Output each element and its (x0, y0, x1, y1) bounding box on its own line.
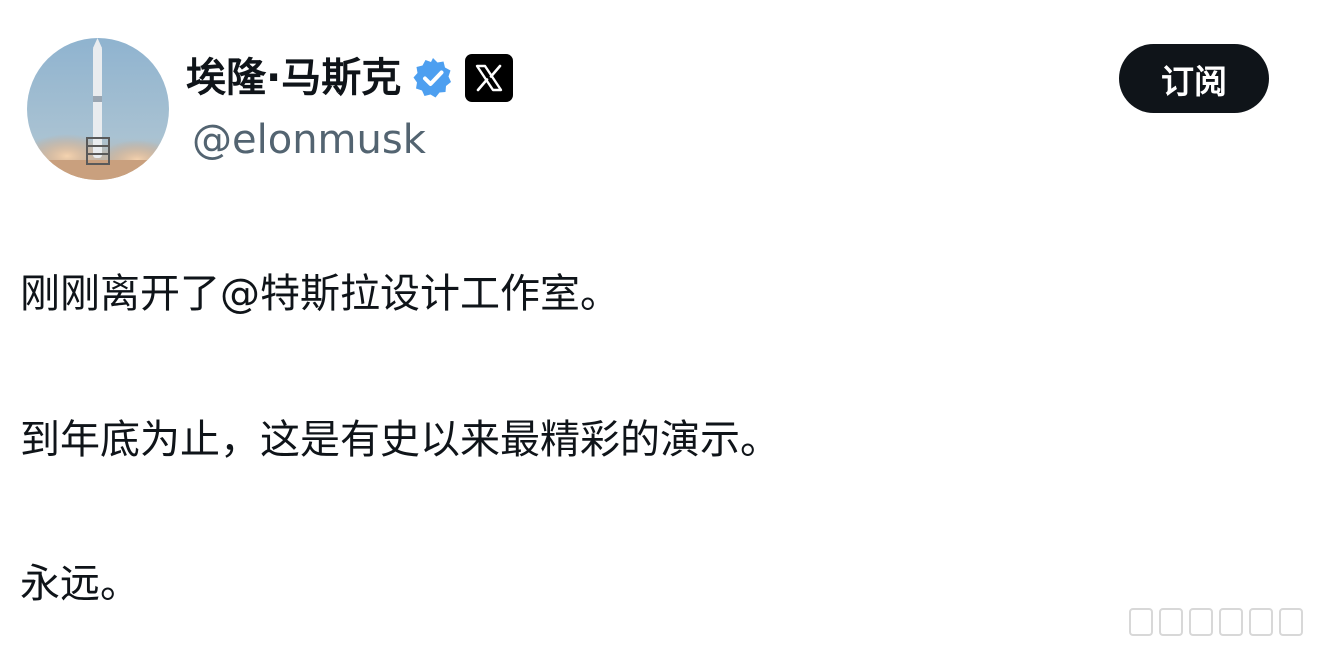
author-name-row: 埃隆·马斯克 (186, 48, 514, 108)
subscribe-button[interactable]: 订阅 (1119, 44, 1269, 113)
post-text-line: 刚刚离开了@特斯拉设计工作室。 (20, 271, 620, 317)
author-handle[interactable]: @elonmusk (192, 112, 426, 168)
post-text-line: 永远。 (20, 561, 140, 607)
author-display-name[interactable]: 埃隆·马斯克 (186, 48, 401, 108)
x-logo-icon (465, 54, 514, 102)
post-text-line: 到年底为止，这是有史以来最精彩的演示。 (20, 417, 780, 463)
avatar[interactable] (27, 38, 169, 180)
watermark-icon (1128, 606, 1312, 638)
rocket-launch-avatar-image (27, 38, 169, 180)
verified-badge-icon (411, 56, 455, 100)
